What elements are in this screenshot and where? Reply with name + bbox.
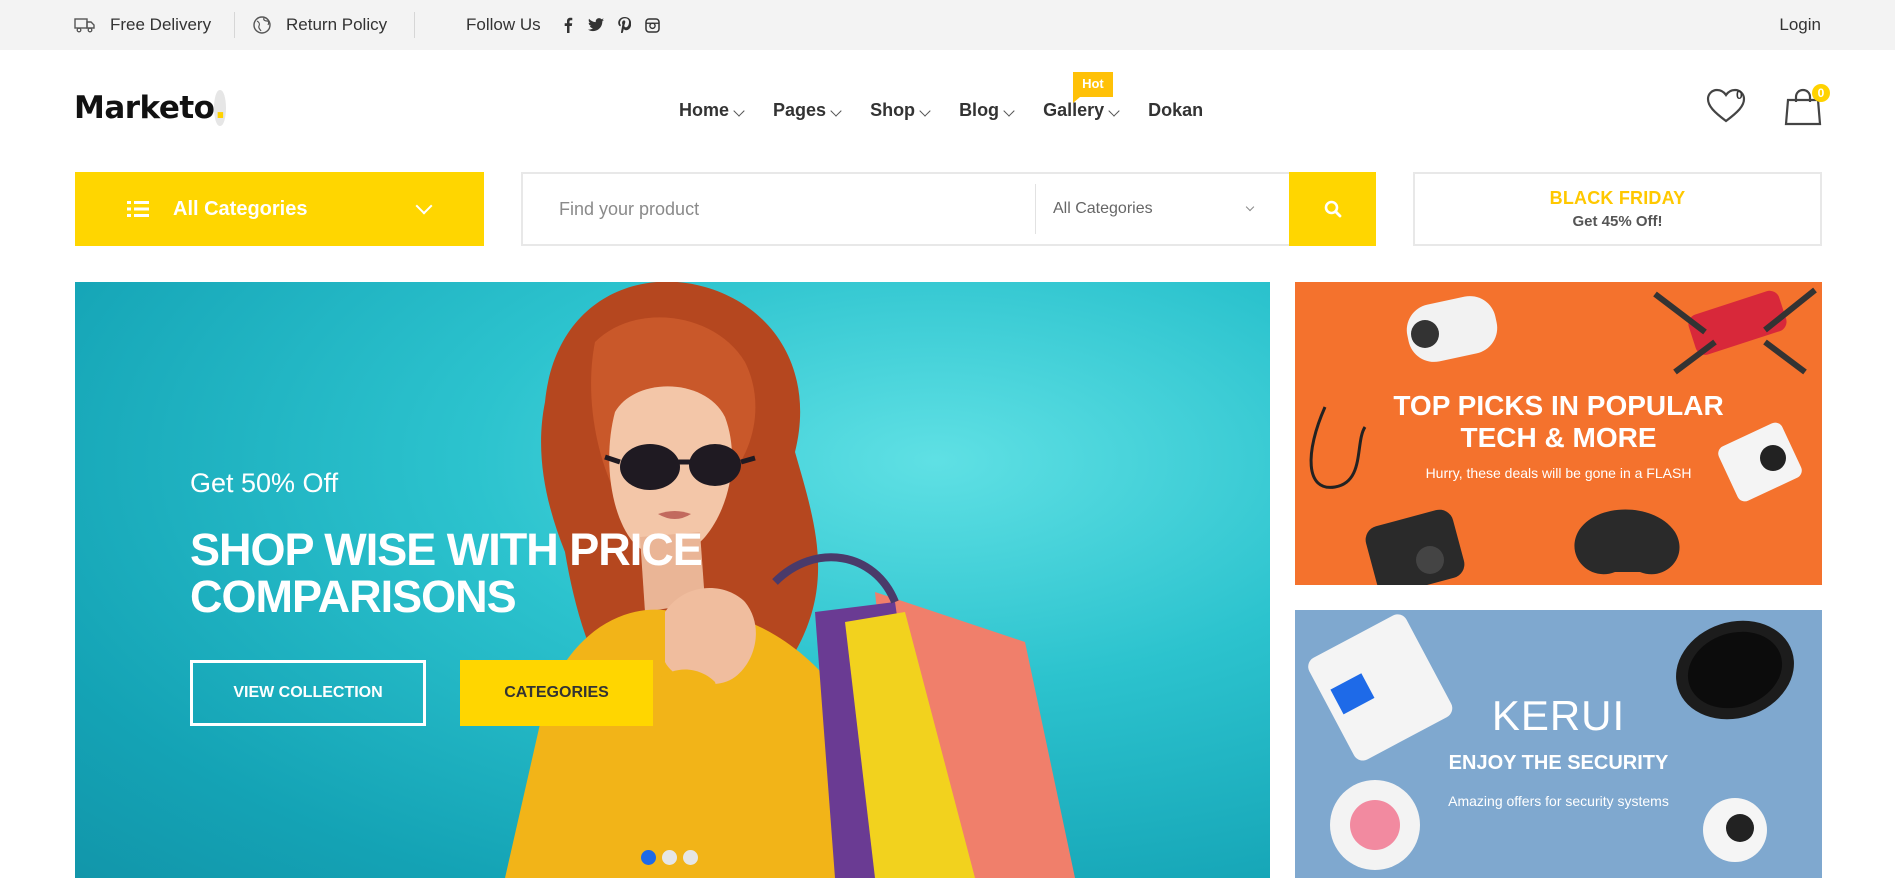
nav-shop-label: Shop (870, 99, 916, 120)
nav-item-dokan[interactable]: Dokan (1148, 100, 1203, 121)
chevron-down-icon (1003, 105, 1015, 117)
free-delivery-label: Free Delivery (110, 15, 212, 34)
follow-us-label: Follow Us (466, 0, 541, 50)
nav-blog-label: Blog (959, 99, 1000, 120)
nav-item-pages[interactable]: Pages (773, 99, 842, 121)
facebook-icon[interactable] (560, 17, 576, 33)
tech-banner-title: TOP PICKS IN POPULAR TECH & MORE (1295, 390, 1822, 454)
nav-gallery-label: Gallery (1043, 99, 1105, 120)
search-divider (1035, 184, 1036, 234)
instagram-icon[interactable] (644, 17, 660, 33)
chevron-down-icon (830, 105, 842, 117)
all-categories-label: All Categories (173, 197, 308, 220)
security-banner-title: ENJOY THE SECURITY (1448, 752, 1669, 774)
list-icon (127, 201, 149, 217)
slider-dot[interactable] (641, 850, 656, 865)
promo-subtitle: Get 45% Off! (1572, 213, 1663, 230)
security-products-image (1308, 614, 1794, 870)
hero-kicker: Get 50% Off (190, 468, 339, 498)
divider (234, 12, 235, 38)
promo-title: BLACK FRIDAY (1549, 188, 1686, 208)
follow-us-text: Follow Us (466, 15, 541, 34)
return-policy-label: Return Policy (286, 15, 388, 34)
site-logo[interactable]: Marketo. (74, 90, 226, 126)
chevron-down-icon (1108, 105, 1120, 117)
hero-slider[interactable]: Get 50% Off SHOP WISE WITH PRICE COMPARI… (75, 282, 1270, 878)
logo-dot: . (214, 90, 226, 126)
free-delivery-link[interactable]: Free Delivery (74, 0, 211, 50)
truck-icon (74, 18, 95, 33)
tech-title-line1: TOP PICKS IN POPULAR (1393, 390, 1724, 421)
wishlist-button[interactable]: 0 (1706, 88, 1746, 129)
chevron-down-icon (733, 105, 745, 117)
return-policy-link[interactable]: Return Policy (252, 0, 387, 50)
divider (414, 12, 415, 38)
slider-dot[interactable] (683, 850, 698, 865)
cart-button[interactable]: 0 (1784, 84, 1830, 131)
search-bar: All Categories (521, 172, 1376, 246)
category-select-value: All Categories (1053, 200, 1153, 217)
nav-home-label: Home (679, 99, 730, 120)
search-button[interactable] (1289, 172, 1376, 246)
slider-dot[interactable] (662, 850, 677, 865)
nav-item-blog[interactable]: Blog (959, 99, 1015, 121)
black-friday-promo[interactable]: BLACK FRIDAY Get 45% Off! (1413, 172, 1822, 246)
nav-item-gallery[interactable]: Hot Gallery (1043, 71, 1120, 121)
social-links (560, 0, 660, 50)
globe-icon (253, 16, 271, 34)
nav-pages-label: Pages (773, 99, 827, 120)
login-link[interactable]: Login (1779, 0, 1821, 50)
kerui-brand: KERUI (1491, 692, 1626, 739)
security-banner[interactable]: KERUI ENJOY THE SECURITY Amazing offers … (1295, 610, 1822, 878)
cart-count: 0 (1812, 84, 1830, 102)
all-categories-button[interactable]: All Categories (75, 172, 484, 246)
view-collection-button[interactable]: VIEW COLLECTION (190, 660, 426, 726)
tech-title-line2: TECH & MORE (1460, 422, 1657, 453)
nav-item-home[interactable]: Home (679, 99, 745, 121)
chevron-down-icon (415, 197, 433, 215)
pinterest-icon[interactable] (616, 17, 632, 33)
twitter-icon[interactable] (588, 17, 604, 33)
tech-banner-subtitle: Hurry, these deals will be gone in a FLA… (1425, 465, 1692, 481)
categories-button[interactable]: CATEGORIES (460, 660, 653, 726)
logo-text: Marketo (74, 90, 215, 126)
chevron-down-icon (1245, 202, 1255, 212)
hot-badge: Hot (1073, 71, 1113, 103)
hero-title: SHOP WISE WITH PRICE COMPARISONS (190, 524, 703, 622)
security-banner-subtitle: Amazing offers for security systems (1448, 793, 1669, 809)
search-icon (1324, 200, 1341, 218)
wishlist-count: 0 (1736, 88, 1743, 102)
search-input[interactable] (523, 174, 1035, 244)
nav-dokan-label: Dokan (1148, 99, 1204, 120)
main-nav: Home Pages Shop Blog Hot Gallery Dokan (679, 71, 1233, 132)
category-select[interactable]: All Categories (1053, 174, 1273, 244)
nav-item-shop[interactable]: Shop (870, 99, 931, 121)
slider-dots (641, 850, 698, 865)
tech-banner[interactable]: TOP PICKS IN POPULAR TECH & MORE Hurry, … (1295, 282, 1822, 585)
top-bar: Free Delivery Return Policy Follow Us Lo… (0, 0, 1895, 50)
chevron-down-icon (919, 105, 931, 117)
